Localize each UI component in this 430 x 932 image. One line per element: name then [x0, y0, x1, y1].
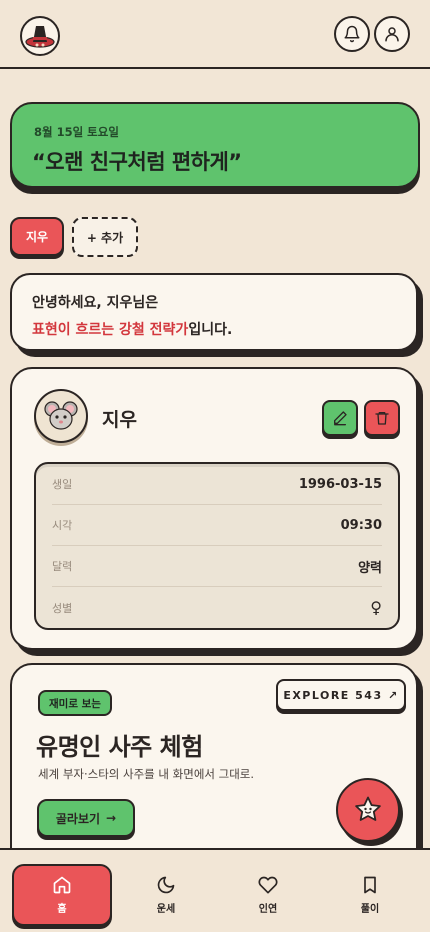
nav-fortune[interactable]: 운세 [116, 864, 216, 926]
celeb-title: 유명인 사주 체험 [36, 733, 203, 761]
female-symbol: ♀ [370, 598, 382, 617]
star-fab[interactable] [336, 778, 400, 842]
trash-icon [375, 412, 389, 425]
browse-label: 골라보기 [55, 811, 101, 826]
nav-label: 홈 [57, 904, 67, 915]
pencil-icon [334, 411, 347, 426]
nav-label: 풀이 [360, 904, 380, 915]
user-icon [385, 27, 399, 42]
profile-chip-active[interactable]: 지우 [10, 217, 64, 256]
nav-label: 운세 [156, 904, 176, 915]
add-profile-button[interactable]: + 추가 [72, 217, 138, 257]
nav-label: 인연 [258, 904, 278, 915]
info-label: 시각 [52, 519, 73, 532]
banner-quote: “오랜 친구처럼 편하게” [32, 150, 242, 174]
mouse-icon [34, 389, 88, 443]
app-header [0, 0, 430, 69]
arrow-right-icon: → [106, 811, 117, 825]
daily-banner: 8월 15일 토요일 “오랜 친구처럼 편하게” [10, 102, 420, 188]
greeting-type-line: 표현이 흐르는 강철 전략가입니다. [32, 319, 396, 339]
bookmark-icon [364, 876, 376, 894]
star-face-icon [355, 796, 381, 821]
info-label: 달력 [52, 560, 73, 573]
fortune-hat-logo[interactable] [20, 16, 60, 56]
nav-home[interactable]: 홈 [12, 864, 112, 926]
home-icon [53, 876, 71, 894]
greeting-line: 안녕하세요, 지우님은 [32, 295, 159, 311]
bottom-navigation: 홈 운세 인연 풀이 [0, 848, 430, 932]
info-row-gender: 성별 ♀ [52, 587, 382, 628]
greeting-card: 안녕하세요, 지우님은 표현이 흐르는 강철 전략가입니다. [10, 273, 418, 351]
banner-date: 8월 15일 토요일 [34, 125, 119, 139]
moon-icon [157, 876, 175, 894]
celeb-subtitle: 세계 부자·스타의 사주를 내 화면에서 그대로. [38, 767, 255, 781]
info-value: 09:30 [340, 517, 382, 533]
profile-name: 지우 [102, 409, 137, 431]
profile-card: 지우 생일 1996-03-15 시각 09:30 달력 양력 성별 ♀ [10, 367, 418, 650]
greeting-highlight: 표현이 흐르는 강철 전략가 [32, 322, 189, 338]
fun-tag: 재미로 보는 [38, 690, 112, 716]
heart-icon [258, 876, 278, 894]
info-label: 성별 [52, 601, 73, 615]
profile-button[interactable] [374, 16, 410, 52]
edit-button[interactable] [322, 400, 358, 436]
explore-button[interactable]: EXPLORE 543 ↗ [276, 679, 406, 711]
info-value: 양력 [358, 560, 382, 576]
bell-icon [344, 25, 360, 43]
info-row-birthdate: 생일 1996-03-15 [52, 464, 382, 505]
delete-button[interactable] [364, 400, 400, 436]
info-row-calendar: 달력 양력 [52, 546, 382, 587]
nav-relationship[interactable]: 인연 [218, 864, 318, 926]
profile-info-table: 생일 1996-03-15 시각 09:30 달력 양력 성별 ♀ [34, 462, 400, 630]
greeting-suffix: 입니다. [188, 322, 233, 338]
info-row-time: 시각 09:30 [52, 505, 382, 546]
info-label: 생일 [52, 478, 73, 491]
notification-button[interactable] [334, 16, 370, 52]
info-value: 1996-03-15 [298, 476, 382, 492]
nav-reading[interactable]: 풀이 [320, 864, 420, 926]
browse-button[interactable]: 골라보기 → [37, 799, 135, 837]
